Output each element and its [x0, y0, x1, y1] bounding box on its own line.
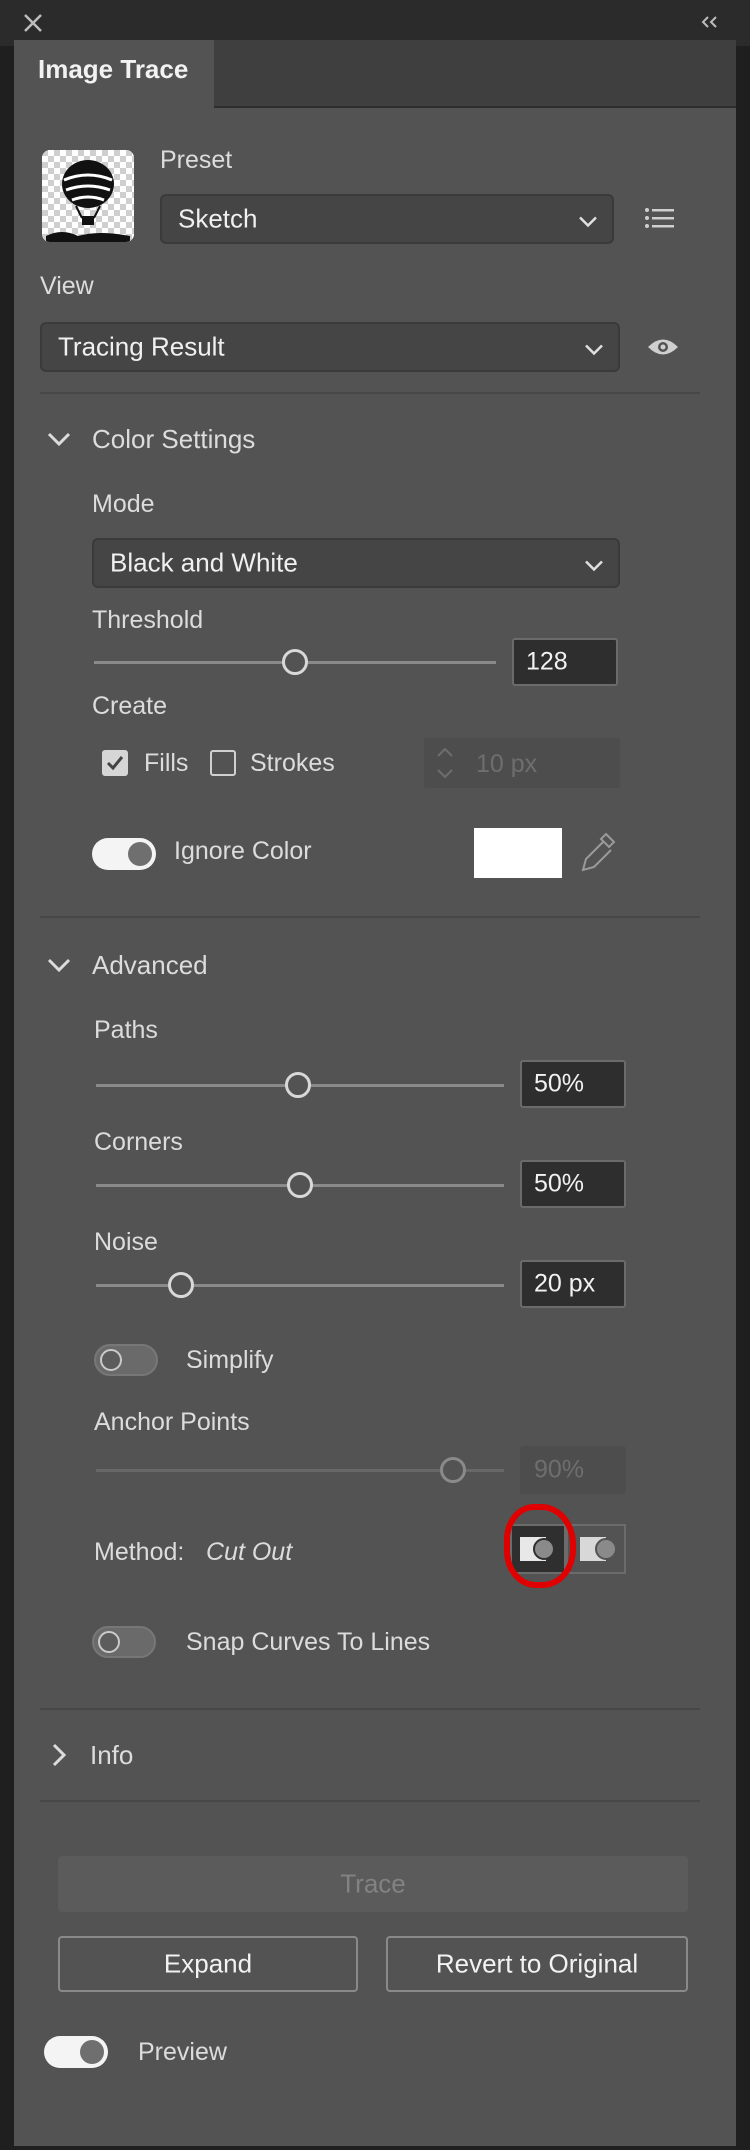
paths-value: 50%: [534, 1069, 585, 1098]
chevron-down-icon: [584, 548, 604, 579]
mode-label: Mode: [92, 490, 155, 518]
info-title: Info: [90, 1740, 134, 1770]
create-label: Create: [92, 692, 168, 720]
revert-button-label: Revert to Original: [435, 1948, 639, 1979]
noise-label: Noise: [94, 1228, 158, 1256]
color-settings-toggle[interactable]: [46, 430, 72, 448]
expand-button-label: Expand: [163, 1948, 253, 1979]
panel-title: Image Trace: [38, 54, 189, 84]
view-label: View: [40, 272, 94, 300]
fills-checkbox[interactable]: [102, 750, 128, 776]
preset-label: Preset: [160, 146, 233, 174]
divider: [40, 392, 700, 394]
revert-to-original-button[interactable]: Revert to Original: [386, 1936, 688, 1992]
corners-input[interactable]: 50%: [520, 1160, 626, 1208]
anchor-points-value: 90%: [534, 1455, 585, 1484]
method-value: Cut Out: [206, 1538, 293, 1566]
simplify-label: Simplify: [186, 1346, 274, 1374]
simplify-toggle[interactable]: [94, 1344, 158, 1376]
noise-value: 20 px: [534, 1269, 596, 1298]
view-value: Tracing Result: [58, 331, 225, 362]
noise-slider-track[interactable]: [96, 1284, 504, 1287]
snap-curves-toggle[interactable]: [92, 1626, 156, 1658]
divider: [40, 1800, 700, 1802]
advanced-toggle[interactable]: [46, 956, 72, 974]
preview-label: Preview: [138, 2038, 227, 2066]
corners-slider-handle[interactable]: [287, 1172, 313, 1198]
corners-value: 50%: [534, 1169, 585, 1198]
mode-dropdown[interactable]: Black and White: [92, 538, 620, 588]
snap-curves-label: Snap Curves To Lines: [186, 1628, 431, 1656]
corners-label: Corners: [94, 1128, 183, 1156]
preset-dropdown[interactable]: Sketch: [160, 194, 614, 244]
paths-label: Paths: [94, 1016, 158, 1044]
chevron-down-icon: [584, 332, 604, 363]
preset-value: Sketch: [178, 203, 258, 234]
trace-button-label: Trace: [340, 1868, 406, 1899]
divider: [40, 916, 700, 918]
trace-button[interactable]: Trace: [58, 1856, 688, 1912]
strokes-label: Strokes: [250, 749, 335, 777]
stroke-width-value: 10 px: [476, 750, 538, 778]
ignore-color-label: Ignore Color: [174, 837, 312, 865]
advanced-title: Advanced: [92, 950, 208, 980]
color-settings-title: Color Settings: [92, 424, 256, 454]
list-menu-icon[interactable]: [644, 206, 674, 230]
ignore-color-swatch[interactable]: [474, 828, 562, 878]
strokes-checkbox[interactable]: [210, 750, 236, 776]
double-chevron-left-icon[interactable]: [700, 14, 720, 30]
divider: [40, 1708, 700, 1710]
highlight-circle: [504, 1504, 576, 1588]
paths-input[interactable]: 50%: [520, 1060, 626, 1108]
info-toggle[interactable]: [50, 1742, 68, 1768]
threshold-value: 128: [526, 647, 568, 676]
anchor-points-slider-handle: [440, 1457, 466, 1483]
threshold-label: Threshold: [92, 606, 204, 634]
threshold-slider-handle[interactable]: [282, 649, 308, 675]
anchor-points-label: Anchor Points: [94, 1408, 250, 1436]
paths-slider-handle[interactable]: [285, 1072, 311, 1098]
anchor-points-input: 90%: [520, 1446, 626, 1494]
tab-bar-empty: [214, 40, 736, 108]
method-label: Method:: [94, 1538, 185, 1566]
expand-button[interactable]: Expand: [58, 1936, 358, 1992]
chevron-down-icon: [578, 204, 598, 235]
eye-icon[interactable]: [646, 336, 680, 358]
eyedropper-icon[interactable]: [578, 830, 618, 876]
noise-input[interactable]: 20 px: [520, 1260, 626, 1308]
mode-value: Black and White: [110, 547, 298, 578]
stroke-width-stepper: 10 px: [424, 738, 620, 788]
preview-toggle[interactable]: [44, 2036, 108, 2068]
preset-thumbnail: [42, 150, 134, 242]
threshold-input[interactable]: 128: [512, 638, 618, 686]
noise-slider-handle[interactable]: [168, 1272, 194, 1298]
fills-label: Fills: [144, 749, 189, 777]
ignore-color-toggle[interactable]: [92, 838, 156, 870]
close-icon[interactable]: [22, 12, 44, 34]
view-dropdown[interactable]: Tracing Result: [40, 322, 620, 372]
